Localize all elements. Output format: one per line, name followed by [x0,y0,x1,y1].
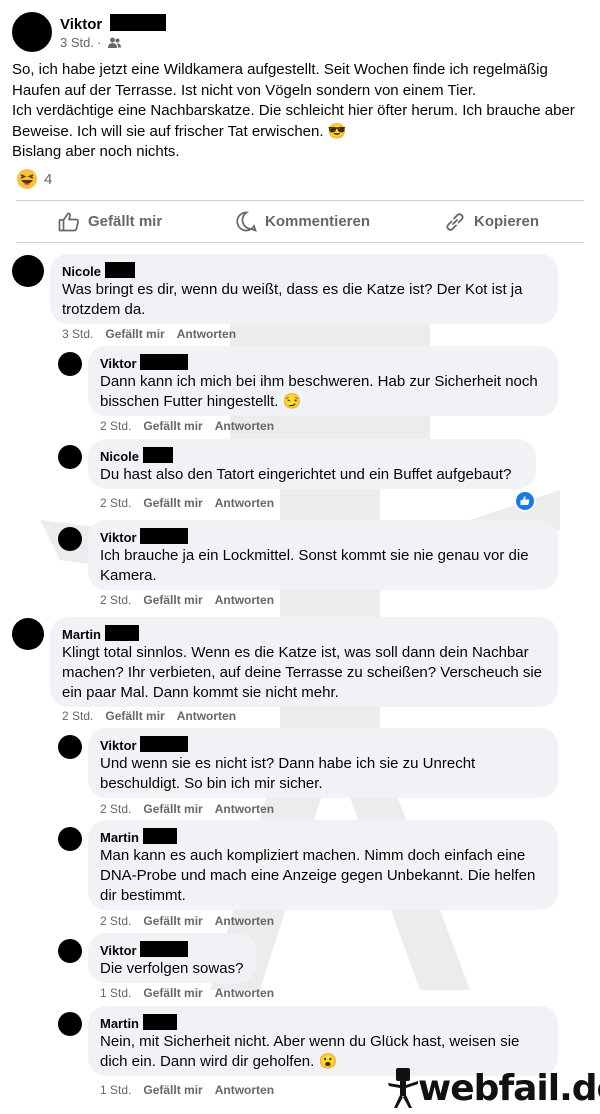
haha-reaction-icon [17,169,37,189]
avatar[interactable] [12,618,44,650]
comment-reply-link[interactable]: Antworten [215,986,274,1000]
comment-bubble: Viktor Ich brauche ja ein Lockmittel. So… [88,520,558,590]
post-paragraph: Bislang aber noch nichts. [12,143,180,160]
thumbs-up-icon [58,212,79,231]
comment-author[interactable]: Nicole [62,262,546,279]
comment-meta: 2 Std. Gefällt mir Antworten [100,419,274,433]
comment-time[interactable]: 2 Std. [100,914,131,928]
post-text: So, ich habe jetzt eine Wildkamera aufge… [12,60,582,163]
comment-reply-link[interactable]: Antworten [215,496,274,510]
like-reaction-badge[interactable] [514,490,536,512]
reaction-summary[interactable]: 4 [16,168,52,192]
comment-like-link[interactable]: Gefällt mir [143,802,202,816]
post-meta: 3 Std. · [60,35,121,50]
reaction-count: 4 [44,171,53,188]
comment-bubble: Martin Man kann es auch kompliziert mach… [88,820,558,910]
comment-time[interactable]: 2 Std. [100,419,131,433]
comment-meta: 2 Std. Gefällt mir Antworten [100,914,274,928]
comment-reply-link[interactable]: Antworten [215,419,274,433]
avatar[interactable] [58,527,82,551]
like-button[interactable]: Gefällt mir [58,201,162,242]
comment-time[interactable]: 1 Std. [100,986,131,1000]
comment-meta: 2 Std. Gefällt mir Antworten [100,496,274,510]
comment-time[interactable]: 2 Std. [100,593,131,607]
comment-bubble: Viktor Und wenn sie es nicht ist? Dann h… [88,728,558,798]
comment-like-link[interactable]: Gefällt mir [105,327,164,341]
comment-text: Man kann es auch kompliziert machen. Nim… [100,847,536,904]
avatar[interactable] [12,255,44,287]
comment-like-link[interactable]: Gefällt mir [143,419,202,433]
comment-author[interactable]: Martin [62,625,546,642]
comment-author[interactable]: Martin [100,828,546,845]
comment-author[interactable]: Nicole [100,447,524,464]
comment-reply-link[interactable]: Antworten [215,802,274,816]
comment-time[interactable]: 2 Std. [100,496,131,510]
avatar[interactable] [58,1012,82,1036]
comment-text: Was bringt es dir, wenn du weißt, dass e… [62,281,523,318]
avatar[interactable] [58,352,82,376]
thumbs-up-icon [520,496,530,505]
comment-reply-link[interactable]: Antworten [215,914,274,928]
comment-reply-link[interactable]: Antworten [177,709,236,723]
redacted-name [110,14,167,31]
comment-text: Klingt total sinnlos. Wenn es die Katze … [62,644,542,701]
comment-icon [236,211,257,232]
friends-icon [107,37,121,48]
stick-figure-icon [388,1068,418,1108]
post-paragraph: So, ich habe jetzt eine Wildkamera aufge… [12,61,548,99]
comment-meta: 1 Std. Gefällt mir Antworten [100,1083,274,1097]
comment-bubble: Viktor Die verfolgen sowas? [88,933,256,983]
comment-meta: 2 Std. Gefällt mir Antworten [62,709,236,723]
comment-text: Ich brauche ja ein Lockmittel. Sonst kom… [100,547,529,584]
author-name[interactable]: Viktor [60,16,102,33]
comment-author[interactable]: Martin [100,1014,546,1031]
comment-like-link[interactable]: Gefällt mir [143,1083,202,1097]
comment-like-link[interactable]: Gefällt mir [105,709,164,723]
comment-bubble: Martin Klingt total sinnlos. Wenn es die… [50,617,558,707]
comment-time[interactable]: 2 Std. [100,802,131,816]
comment-meta: 2 Std. Gefällt mir Antworten [100,802,274,816]
avatar[interactable] [58,939,82,963]
comment-bubble: Viktor Dann kann ich mich bei ihm beschw… [88,346,558,416]
avatar[interactable] [12,12,52,52]
webfail-logo: webfail.de [388,1066,600,1110]
comment-time[interactable]: 2 Std. [62,709,93,723]
post-author[interactable]: Viktor [60,14,167,33]
comment-author[interactable]: Viktor [100,528,546,545]
comment-like-link[interactable]: Gefällt mir [143,593,202,607]
comment-text: Und wenn sie es nicht ist? Dann habe ich… [100,755,476,792]
comment-reply-link[interactable]: Antworten [215,593,274,607]
avatar[interactable] [58,827,82,851]
comment-label: Kommentieren [265,213,371,230]
comment-text: Du hast also den Tatort eingerichtet und… [100,466,512,483]
comment-text: Die verfolgen sowas? [100,960,244,977]
comment-bubble: Nicole Was bringt es dir, wenn du weißt,… [50,254,558,324]
link-icon [446,212,464,231]
comment-time[interactable]: 1 Std. [100,1083,131,1097]
copy-button[interactable]: Kopieren [444,201,539,242]
post-time[interactable]: 3 Std. [60,35,94,50]
comment-author[interactable]: Viktor [100,736,546,753]
copy-label: Kopieren [474,213,540,230]
post-paragraph: Ich verdächtige eine Nachbarskatze. Die … [12,102,575,140]
comment-author[interactable]: Viktor [100,354,546,371]
avatar[interactable] [58,445,82,469]
like-label: Gefällt mir [88,213,163,230]
action-bar: Gefällt mir Kommentieren Kopieren [16,200,584,243]
comment-like-link[interactable]: Gefällt mir [143,986,202,1000]
logo-text: webfail.de [418,1068,600,1109]
comment-text: Dann kann ich mich bei ihm beschweren. H… [100,373,538,410]
comment-bubble: Nicole Du hast also den Tatort eingerich… [88,439,536,489]
comment-reply-link[interactable]: Antworten [215,1083,274,1097]
avatar[interactable] [58,735,82,759]
comment-meta: 1 Std. Gefällt mir Antworten [100,986,274,1000]
comment-meta: 3 Std. Gefällt mir Antworten [62,327,236,341]
comment-reply-link[interactable]: Antworten [177,327,236,341]
comment-button[interactable]: Kommentieren [236,201,370,242]
comment-like-link[interactable]: Gefällt mir [143,496,202,510]
comment-meta: 2 Std. Gefällt mir Antworten [100,593,274,607]
comment-author[interactable]: Viktor [100,941,244,958]
comment-like-link[interactable]: Gefällt mir [143,914,202,928]
comment-time[interactable]: 3 Std. [62,327,93,341]
